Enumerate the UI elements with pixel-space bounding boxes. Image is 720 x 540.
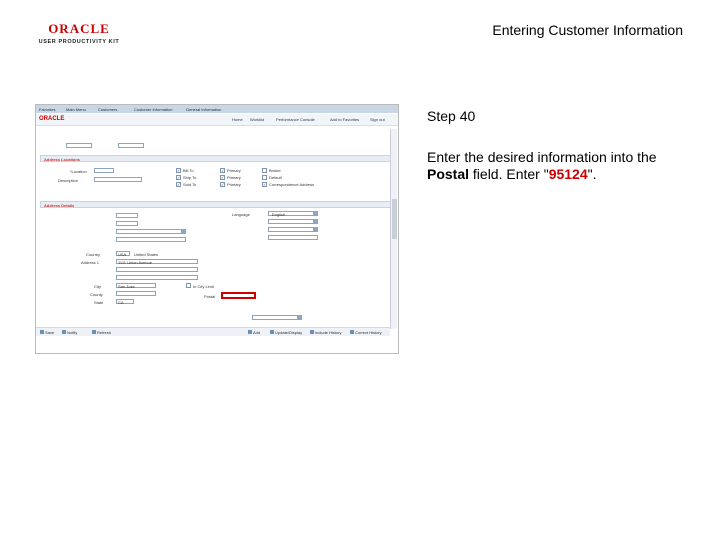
- primary-label: Primary: [227, 182, 241, 187]
- primary-label: Primary: [227, 175, 241, 180]
- instruction-prefix: Enter the desired information into the: [427, 149, 657, 165]
- scrollbar-thumb[interactable]: [392, 199, 397, 239]
- language-code-select[interactable]: [268, 219, 318, 224]
- breadcrumb-item[interactable]: Main Menu: [66, 107, 86, 112]
- instruction-field-name: Postal: [427, 166, 470, 182]
- breadcrumb-item[interactable]: Favorites: [39, 107, 55, 112]
- broker-label: Broker: [269, 168, 281, 173]
- app-header: ORACLE Home Worklist Performance Console…: [36, 114, 398, 126]
- logo-upk-text: USER PRODUCTIVITY KIT: [38, 39, 120, 45]
- city-label: City: [94, 284, 101, 289]
- postal-field-highlight[interactable]: [221, 292, 256, 299]
- country-label: Country: [86, 252, 101, 257]
- address1-label: Address 1: [81, 260, 100, 265]
- save-button[interactable]: Save: [40, 330, 54, 336]
- application-screenshot: Favorites Main Menu Customers Customer I…: [35, 104, 399, 354]
- step-instruction: Enter the desired information into the P…: [427, 149, 667, 183]
- instruction-suffix: ".: [587, 166, 597, 182]
- ship-to-checkbox[interactable]: ✓: [176, 175, 181, 180]
- correct-history-button[interactable]: Correct History: [350, 330, 382, 336]
- breadcrumb-item[interactable]: Customers: [98, 107, 117, 112]
- address3-field[interactable]: [116, 275, 198, 280]
- section-title: Address Details: [44, 203, 75, 208]
- primary-checkbox[interactable]: ✓: [220, 168, 225, 173]
- breadcrumb-bar: Favorites Main Menu Customers Customer I…: [36, 105, 398, 113]
- correspondence-label: Correspondence Address: [269, 182, 315, 187]
- in-city-limit-checkbox[interactable]: [186, 283, 191, 288]
- county-field[interactable]: [116, 291, 156, 296]
- section-address-details: Address Details: [40, 201, 392, 208]
- county-label: County: [90, 292, 103, 297]
- instruction-middle: field. Enter ": [469, 166, 549, 182]
- effective-date-field[interactable]: [116, 213, 138, 218]
- alternate-name-field[interactable]: [116, 237, 186, 242]
- app-logo: ORACLE: [39, 116, 65, 122]
- location-label: *Location: [70, 169, 87, 174]
- tax-code-field[interactable]: [116, 221, 138, 226]
- country-code: USA: [118, 252, 127, 257]
- section-title: Address Locations: [44, 157, 81, 162]
- location-field[interactable]: [94, 168, 114, 173]
- postal-label: Postal: [204, 294, 216, 299]
- city-value: San Jose: [118, 284, 135, 289]
- language-label: Language: [232, 212, 250, 217]
- customer-field[interactable]: [66, 143, 92, 148]
- broker-checkbox[interactable]: [262, 168, 267, 173]
- customer-name-field[interactable]: [118, 143, 144, 148]
- oracle-upk-logo: ORACLE USER PRODUCTIVITY KIT: [33, 22, 125, 50]
- default-checkbox[interactable]: [262, 175, 267, 180]
- include-history-button[interactable]: Include History: [310, 330, 341, 336]
- address2-field[interactable]: [116, 267, 198, 272]
- general-info-links-select[interactable]: [252, 315, 302, 320]
- primary-checkbox[interactable]: ✓: [220, 175, 225, 180]
- add-button[interactable]: Add: [248, 330, 260, 336]
- state-value: CA: [118, 300, 124, 305]
- header-link-worklist[interactable]: Worklist: [250, 117, 264, 122]
- header-link-home[interactable]: Home: [232, 117, 243, 122]
- ship-to-label: Ship To: [183, 175, 197, 180]
- slide-title: Entering Customer Information: [492, 22, 683, 38]
- update-display-button[interactable]: Update/Display: [270, 330, 302, 336]
- sold-to-label: Sold To: [183, 182, 197, 187]
- instruction-value: 95124: [548, 166, 588, 182]
- physical-nature-select[interactable]: [116, 229, 186, 234]
- language-value: English: [272, 212, 286, 217]
- in-city-limit-label: In City Limit: [193, 284, 214, 289]
- notify-button[interactable]: Notify: [62, 330, 77, 336]
- sold-to-checkbox[interactable]: ✓: [176, 182, 181, 187]
- refresh-button[interactable]: Refresh: [92, 330, 111, 336]
- breadcrumb-item[interactable]: General Information: [186, 107, 221, 112]
- correspondence-checkbox[interactable]: ✓: [262, 182, 267, 187]
- default-label: Default: [269, 175, 282, 180]
- header-link-favorites[interactable]: Add to Favorites: [330, 117, 359, 122]
- header-link-signout[interactable]: Sign out: [370, 117, 385, 122]
- step-number: Step 40: [427, 108, 476, 124]
- primary-label: Primary: [227, 168, 241, 173]
- bill-to-label: Bill To: [183, 168, 194, 173]
- button-bar: Save Notify Refresh Add Update/Display I…: [36, 327, 390, 336]
- breadcrumb-item[interactable]: Customer Information: [134, 107, 172, 112]
- state-label: State: [94, 300, 104, 305]
- primary-checkbox[interactable]: ✓: [220, 182, 225, 187]
- section-address-locations: Address Locations: [40, 155, 392, 162]
- description-field[interactable]: [94, 177, 142, 182]
- alternate-name2-field[interactable]: [268, 235, 318, 240]
- address1-value: 1111 Union Avenue: [118, 260, 152, 265]
- description-label: Description: [58, 178, 79, 183]
- bill-to-checkbox[interactable]: ✓: [176, 168, 181, 173]
- logo-oracle-text: ORACLE: [48, 21, 110, 36]
- vertical-scrollbar[interactable]: [390, 129, 397, 329]
- country-name: United States: [134, 252, 159, 257]
- header-link-performance[interactable]: Performance Console: [276, 117, 315, 122]
- access-code-select[interactable]: [268, 227, 318, 232]
